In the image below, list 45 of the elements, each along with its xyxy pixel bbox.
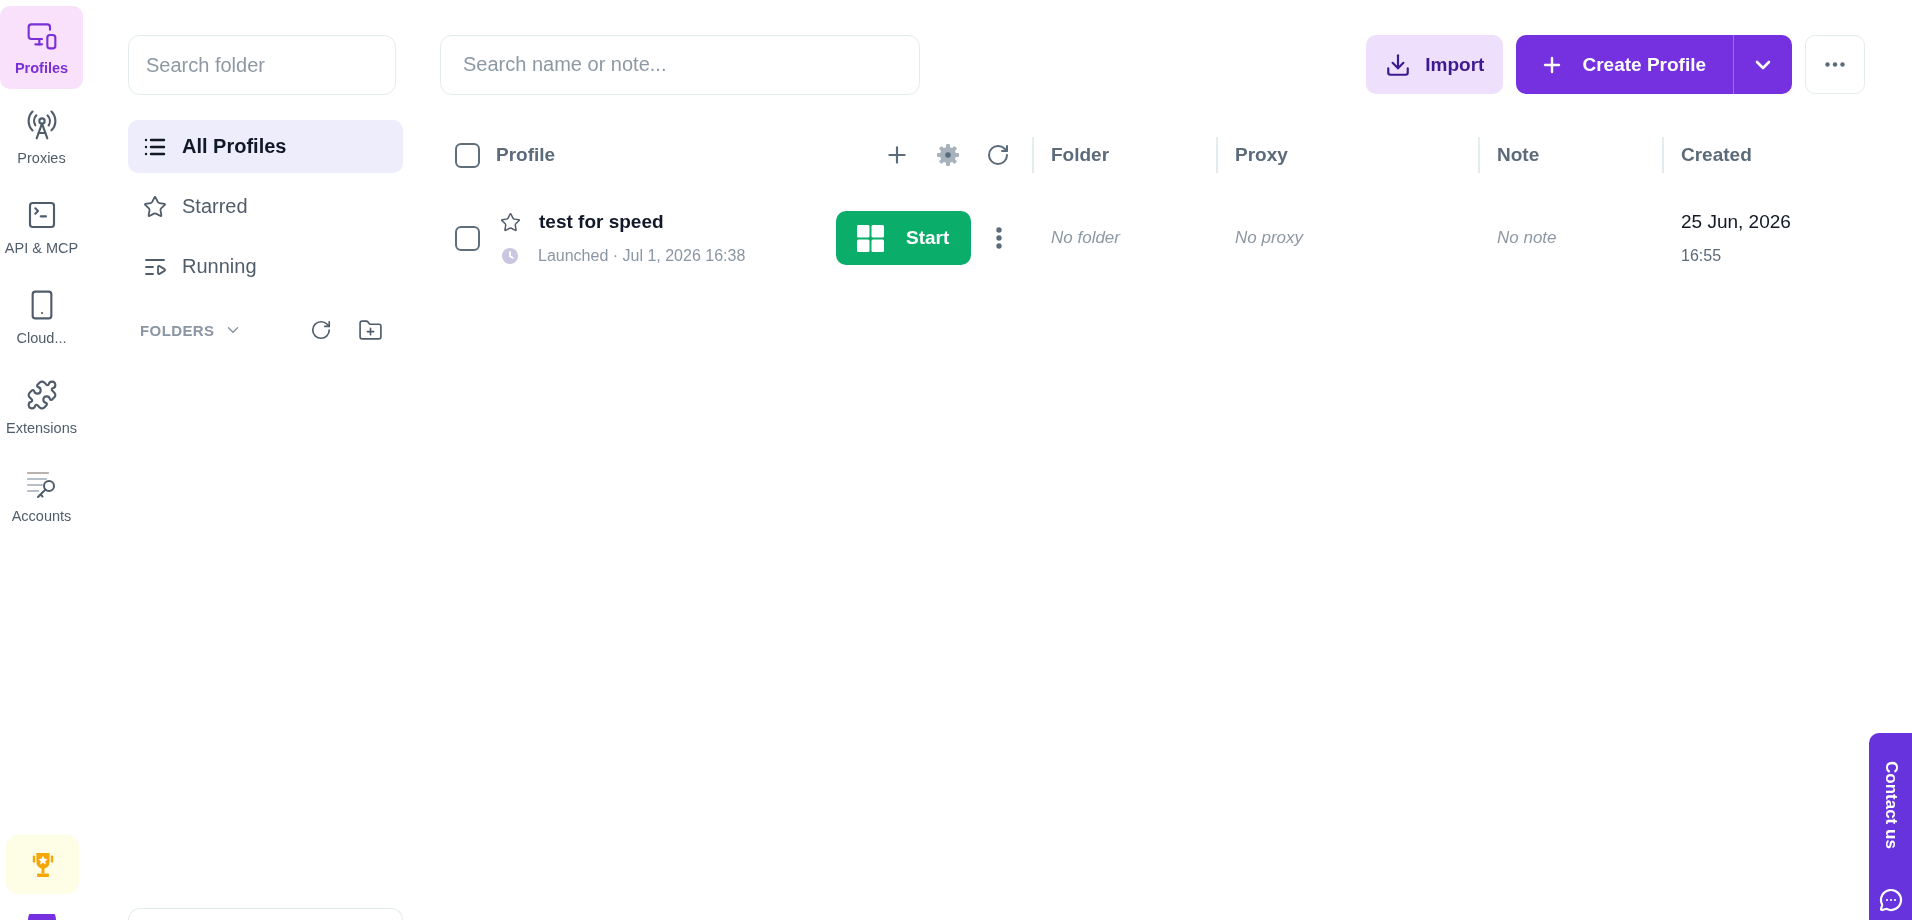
nav-item[interactable]: Profiles	[0, 6, 83, 89]
folder-filter-item[interactable]: Starred	[128, 180, 403, 233]
create-options-button[interactable]	[1733, 35, 1792, 94]
folder-filter-item[interactable]: Running	[128, 240, 403, 293]
note-value: No note	[1497, 228, 1558, 248]
more-vertical-icon[interactable]	[996, 227, 1002, 249]
created-time: 16:55	[1681, 247, 1723, 265]
nav-item[interactable]: Proxies	[0, 96, 83, 179]
profile-search-field[interactable]: Search name or note...	[440, 34, 920, 95]
import-button[interactable]: Import	[1366, 35, 1504, 94]
puzzle-icon	[25, 379, 58, 411]
folder-search-field[interactable]: Search folder	[128, 35, 396, 95]
column-header: Folder	[1051, 144, 1110, 166]
trophy-icon	[30, 852, 55, 877]
star-outline-icon	[143, 194, 167, 219]
select-all-checkbox[interactable]	[455, 142, 480, 168]
proxy-value: No proxy	[1235, 228, 1305, 248]
radio-tower-icon	[25, 109, 58, 141]
nav-item[interactable]: Cloud...	[0, 276, 83, 359]
four-squares-icon	[857, 224, 884, 252]
download-icon	[1385, 51, 1412, 78]
folder-value: No folder	[1051, 228, 1122, 248]
more-horizontal-icon	[1825, 62, 1845, 67]
chat-bubble-icon	[1878, 888, 1903, 912]
refresh-icon[interactable]	[310, 319, 332, 341]
contact-us-button[interactable]: Contact us	[1869, 733, 1912, 920]
column-header: Proxy	[1235, 144, 1288, 166]
settings-icon[interactable]	[936, 143, 960, 167]
folder-plus-icon[interactable]	[358, 317, 383, 343]
clock-icon	[502, 248, 518, 264]
nav-item[interactable]: Accounts	[0, 456, 83, 539]
created-date: 25 Jun, 2026	[1681, 211, 1792, 233]
nav-item[interactable]: API & MCP	[0, 186, 83, 269]
star-icon[interactable]	[500, 211, 521, 233]
column-header: Created	[1681, 144, 1752, 166]
profile-name: test for speed	[539, 211, 664, 233]
row-checkbox[interactable]	[455, 225, 480, 251]
launch-status: Launched · Jul 1, 2026 16:38	[538, 247, 746, 265]
column-header: Profile	[496, 144, 556, 166]
folder-filter-item[interactable]: All Profiles	[128, 120, 403, 173]
refresh-icon[interactable]	[986, 143, 1010, 167]
lines-key-icon	[26, 471, 57, 499]
create-profile-button[interactable]: Create Profile	[1516, 35, 1733, 94]
column-header: Note	[1497, 144, 1540, 166]
nav-item[interactable]: Extensions	[0, 366, 83, 449]
